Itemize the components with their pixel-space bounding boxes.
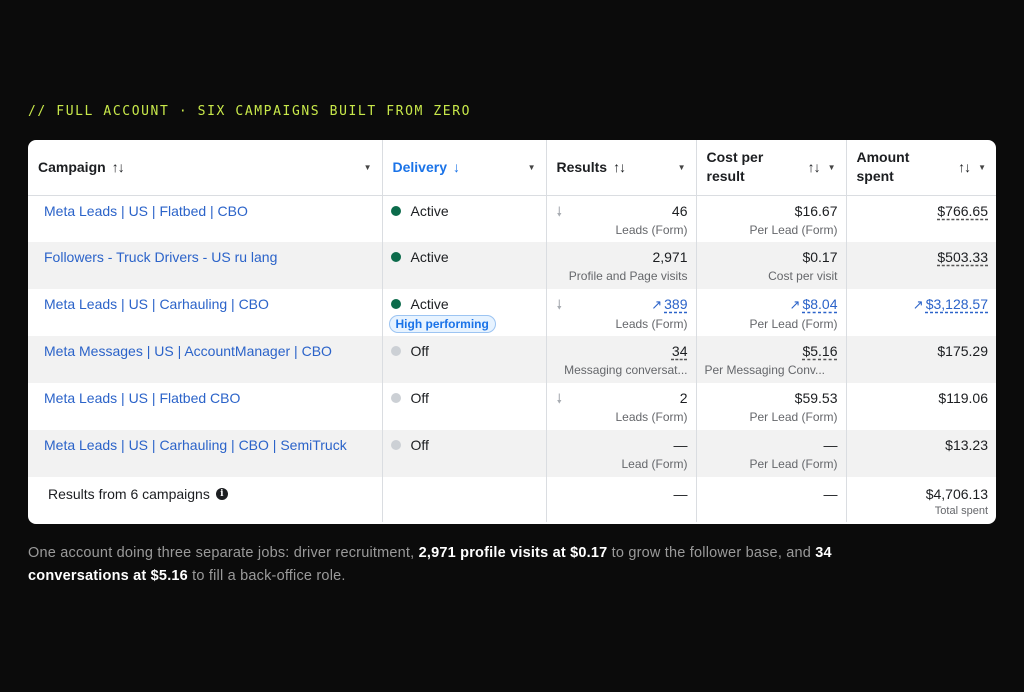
amount-spent-value[interactable]: $503.33 bbox=[937, 249, 988, 265]
delivery-status: Active bbox=[410, 296, 449, 312]
status-dot-off bbox=[390, 440, 401, 450]
chevron-down-icon[interactable]: ▼ bbox=[678, 163, 686, 172]
column-header-label: Delivery bbox=[392, 158, 447, 175]
trend-up-icon: ↗ bbox=[912, 297, 924, 312]
campaign-name-link[interactable]: Meta Messages | US | AccountManager | CB… bbox=[36, 336, 374, 359]
sort-icon[interactable]: ↑↓ bbox=[958, 159, 971, 175]
table-row[interactable]: Followers - Truck Drivers - US ru lang A… bbox=[28, 242, 996, 289]
results-type: Leads (Form) bbox=[615, 317, 688, 331]
cost-type: Per Lead (Form) bbox=[749, 457, 838, 471]
caption-highlight: 2,971 profile visits at $0.17 bbox=[418, 545, 608, 561]
campaign-name-link[interactable]: Meta Leads | US | Carhauling | CBO bbox=[36, 289, 374, 312]
column-header-label: Results bbox=[556, 158, 608, 175]
caption-part: to fill a back-office role. bbox=[187, 568, 346, 584]
column-header-label: Cost per result bbox=[706, 149, 764, 185]
column-header-label: Amount spent bbox=[856, 149, 910, 185]
chevron-down-icon[interactable]: ▼ bbox=[364, 163, 372, 172]
results-type: Leads (Form) bbox=[615, 222, 688, 237]
table-row[interactable]: Meta Leads | US | Flatbed | CBO Active 🠗… bbox=[28, 195, 996, 242]
results-value: 2,971 bbox=[652, 249, 688, 265]
delivery-status: Off bbox=[410, 343, 429, 359]
campaign-name-link[interactable]: Meta Leads | US | Carhauling | CBO | Sem… bbox=[36, 430, 374, 453]
cost-value: $16.67 bbox=[794, 202, 838, 219]
results-value[interactable]: 34 bbox=[672, 343, 688, 359]
status-dot-off bbox=[390, 393, 401, 403]
delivery-status: Active bbox=[410, 202, 449, 219]
results-value[interactable]: 389 bbox=[664, 296, 687, 312]
sort-descending-icon[interactable]: ↓ bbox=[453, 158, 460, 177]
campaigns-table-card: Campaign ↑↓ ▼ Delivery ↓ ▼ Results ↑↓ ▼ bbox=[28, 140, 996, 524]
chevron-down-icon[interactable]: ▼ bbox=[978, 163, 986, 172]
results-value: — bbox=[673, 437, 688, 453]
table-row[interactable]: Meta Messages | US | AccountManager | CB… bbox=[28, 336, 996, 383]
cost-value[interactable]: $8.04 bbox=[802, 296, 837, 312]
totals-label: Results from 6 campaigns bbox=[48, 486, 210, 502]
amount-spent-value: $119.06 bbox=[938, 390, 988, 406]
table-row[interactable]: Meta Leads | US | Flatbed CBO Off 🠗 2 Lead… bbox=[28, 383, 996, 430]
amount-spent-value: $175.29 bbox=[937, 343, 988, 359]
delivery-status: Off bbox=[410, 390, 429, 406]
amount-spent-value: $13.23 bbox=[945, 437, 988, 453]
totals-cost: — bbox=[823, 486, 838, 502]
campaigns-table: Campaign ↑↓ ▼ Delivery ↓ ▼ Results ↑↓ ▼ bbox=[28, 140, 996, 522]
campaign-name-link[interactable]: Meta Leads | US | Flatbed | CBO bbox=[36, 196, 374, 219]
column-header-results[interactable]: Results ↑↓ ▼ bbox=[546, 140, 697, 196]
download-icon[interactable]: 🠗 bbox=[557, 390, 563, 412]
section-eyebrow: // FULL ACCOUNT · SIX CAMPAIGNS BUILT FR… bbox=[28, 104, 472, 119]
table-row[interactable]: Meta Leads | US | Carhauling | CBO Activ… bbox=[28, 289, 996, 336]
download-icon[interactable]: 🠗 bbox=[557, 203, 563, 225]
results-value: 2 bbox=[679, 390, 688, 406]
info-icon[interactable]: i bbox=[215, 488, 228, 500]
chevron-down-icon[interactable]: ▼ bbox=[528, 163, 536, 172]
high-performing-badge[interactable]: High performing bbox=[388, 315, 496, 333]
campaign-name-link[interactable]: Meta Leads | US | Flatbed CBO bbox=[36, 383, 374, 406]
caption-text: One account doing three separate jobs: d… bbox=[28, 542, 928, 588]
status-dot-active bbox=[390, 252, 401, 262]
results-type: Profile and Page visits bbox=[568, 269, 688, 283]
results-type: Messaging conversat... bbox=[564, 363, 688, 377]
sort-icon[interactable]: ↑↓ bbox=[112, 158, 125, 177]
cost-type: Per Lead (Form) bbox=[749, 317, 838, 331]
delivery-status: Off bbox=[410, 437, 429, 453]
totals-spent: $4,706.13 bbox=[925, 486, 988, 502]
caption-part: to grow the follower base, and bbox=[607, 545, 816, 561]
table-row[interactable]: Meta Leads | US | Carhauling | CBO | Sem… bbox=[28, 430, 996, 477]
totals-spent-label: Total spent bbox=[934, 505, 988, 517]
results-type: Lead (Form) bbox=[621, 457, 688, 471]
cost-value: $59.53 bbox=[794, 390, 838, 406]
trend-up-icon: ↗ bbox=[789, 297, 801, 312]
column-header-label: Campaign bbox=[38, 158, 106, 175]
delivery-status: Active bbox=[410, 249, 449, 265]
download-icon[interactable]: 🠗 bbox=[557, 296, 563, 318]
trend-up-icon: ↗ bbox=[651, 297, 663, 312]
column-header-delivery[interactable]: Delivery ↓ ▼ bbox=[382, 140, 547, 196]
cost-value[interactable]: $5.16 bbox=[802, 343, 837, 359]
totals-results: — bbox=[673, 486, 688, 502]
cost-value: — bbox=[823, 437, 838, 453]
status-dot-active bbox=[390, 299, 401, 309]
status-dot-off bbox=[390, 346, 401, 356]
cost-value: $0.17 bbox=[802, 249, 838, 265]
cost-type: Per Messaging Conv... bbox=[704, 363, 826, 377]
amount-spent-value[interactable]: $3,128.57 bbox=[926, 296, 988, 312]
totals-row: Results from 6 campaigns i — — $4,706.13 T… bbox=[28, 477, 996, 522]
table-header-row: Campaign ↑↓ ▼ Delivery ↓ ▼ Results ↑↓ ▼ bbox=[28, 140, 996, 196]
cost-type: Per Lead (Form) bbox=[749, 410, 838, 424]
amount-spent-value[interactable]: $766.65 bbox=[937, 203, 988, 219]
caption-part: One account doing three separate jobs: d… bbox=[28, 545, 419, 561]
results-value: 46 bbox=[671, 202, 688, 219]
sort-icon[interactable]: ↑↓ bbox=[808, 159, 821, 175]
column-header-amount-spent[interactable]: Amount spent ↑↓ ▼ bbox=[846, 140, 996, 196]
chevron-down-icon[interactable]: ▼ bbox=[828, 163, 836, 172]
column-header-cost-per-result[interactable]: Cost per result ↑↓ ▼ bbox=[696, 140, 847, 196]
campaign-name-link[interactable]: Followers - Truck Drivers - US ru lang bbox=[36, 242, 374, 265]
status-dot-active bbox=[390, 205, 401, 216]
column-header-campaign[interactable]: Campaign ↑↓ ▼ bbox=[28, 140, 383, 196]
results-type: Leads (Form) bbox=[615, 410, 688, 424]
sort-icon[interactable]: ↑↓ bbox=[613, 158, 626, 177]
cost-type: Per Lead (Form) bbox=[749, 222, 838, 237]
cost-type: Cost per visit bbox=[768, 269, 838, 283]
